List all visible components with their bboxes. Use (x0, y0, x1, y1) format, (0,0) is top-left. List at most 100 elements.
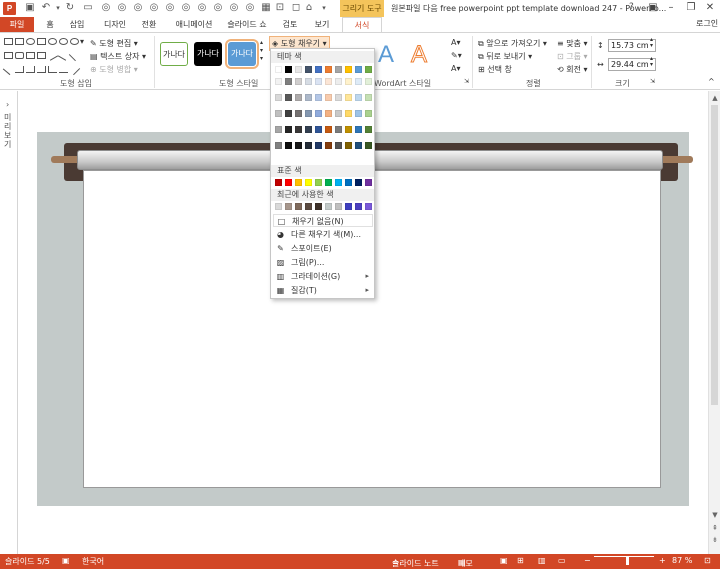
theme-color-shade-swatch[interactable] (295, 94, 302, 101)
standard-color-swatch[interactable] (275, 179, 282, 186)
wordart-preset-orange-outline[interactable]: A (410, 41, 427, 69)
shape-gallery[interactable] (2, 36, 81, 76)
theme-color-shade-swatch[interactable] (365, 110, 372, 117)
tab-view[interactable]: 보기 (311, 17, 333, 32)
scrollbar-thumb[interactable] (711, 105, 718, 405)
recent-color-swatch[interactable] (275, 203, 282, 210)
language-status[interactable]: 한국어 (82, 556, 104, 567)
shape-rectangle-icon[interactable] (4, 38, 13, 45)
theme-color-shade-swatch[interactable] (275, 94, 282, 101)
recent-color-swatch[interactable] (365, 203, 372, 210)
redo-icon[interactable]: ↻ (64, 2, 76, 14)
shape-oval-icon[interactable] (48, 38, 57, 45)
recent-color-swatch[interactable] (355, 203, 362, 210)
tab-format[interactable]: 서식 (342, 17, 382, 32)
recent-color-swatch[interactable] (315, 203, 322, 210)
align-button[interactable]: ≡ 맞춤 ▾ (557, 38, 588, 49)
shape-oval-icon[interactable] (70, 38, 79, 45)
shape-width-input[interactable]: 29.44 cm (608, 58, 656, 71)
tab-review[interactable]: 검토 (279, 17, 301, 32)
tab-animations[interactable]: 애니메이션 (172, 17, 216, 32)
theme-color-swatch[interactable] (365, 66, 372, 73)
theme-color-shade-swatch[interactable] (315, 142, 322, 149)
theme-color-shade-swatch[interactable] (345, 126, 352, 133)
shape-connector-icon[interactable] (26, 66, 35, 73)
login-link[interactable]: 로그인 (696, 18, 718, 29)
theme-color-shade-swatch[interactable] (355, 78, 362, 85)
qat-icon-10[interactable]: ◎ (244, 2, 256, 14)
theme-color-shade-swatch[interactable] (315, 110, 322, 117)
recent-color-swatch[interactable] (335, 203, 342, 210)
qat-icon-9[interactable]: ◎ (228, 2, 240, 14)
shape-connector-icon[interactable] (37, 66, 46, 73)
theme-color-shade-swatch[interactable] (275, 78, 282, 85)
expand-thumbnails-icon[interactable]: › (6, 100, 9, 109)
qat-icon-5[interactable]: ◎ (164, 2, 176, 14)
ribbon-display-options-icon[interactable]: ▣ (646, 1, 660, 15)
qat-icon-4[interactable]: ◎ (148, 2, 160, 14)
theme-color-shade-swatch[interactable] (325, 110, 332, 117)
zoom-in-icon[interactable]: + (659, 556, 666, 565)
shape-arrow-icon[interactable] (68, 49, 81, 62)
standard-color-swatch[interactable] (295, 179, 302, 186)
theme-color-swatch[interactable] (295, 66, 302, 73)
theme-color-shade-swatch[interactable] (325, 142, 332, 149)
theme-color-swatch[interactable] (285, 66, 292, 73)
qat-icon-6[interactable]: ◎ (180, 2, 192, 14)
theme-color-shade-swatch[interactable] (325, 126, 332, 133)
theme-color-shade-swatch[interactable] (315, 78, 322, 85)
shape-rectangle-icon[interactable] (37, 38, 46, 45)
close-icon[interactable]: ✕ (703, 1, 717, 15)
theme-color-shade-swatch[interactable] (365, 126, 372, 133)
shape-style-preset-blue[interactable]: 가나다 (225, 39, 259, 69)
theme-color-shade-swatch[interactable] (345, 94, 352, 101)
theme-color-shade-swatch[interactable] (335, 142, 342, 149)
standard-color-swatch[interactable] (335, 179, 342, 186)
shape-rectangle-icon[interactable] (26, 52, 35, 59)
text-box-button[interactable]: ▤ 텍스트 상자 ▾ (90, 51, 146, 62)
theme-color-swatch[interactable] (325, 66, 332, 73)
edit-shape-button[interactable]: ✎ 도형 편집 ▾ (90, 38, 138, 49)
qat-icon-7[interactable]: ◎ (196, 2, 208, 14)
shape-connector-icon[interactable] (15, 66, 24, 73)
shape-line-icon[interactable] (59, 66, 68, 73)
shape-line-icon[interactable] (2, 63, 15, 76)
selection-pane-button[interactable]: ⊞ 선택 창 (478, 64, 512, 75)
gradient-menu-item[interactable]: ▥ 그라데이션(G) ▸ (273, 270, 373, 283)
theme-color-shade-swatch[interactable] (285, 110, 292, 117)
shape-line-icon[interactable] (46, 50, 59, 61)
save-icon[interactable]: ▣ (24, 2, 36, 14)
theme-color-shade-swatch[interactable] (345, 142, 352, 149)
recent-color-swatch[interactable] (325, 203, 332, 210)
theme-color-shade-swatch[interactable] (315, 126, 322, 133)
theme-color-shade-swatch[interactable] (285, 94, 292, 101)
standard-color-swatch[interactable] (305, 179, 312, 186)
theme-color-shade-swatch[interactable] (285, 142, 292, 149)
customize-qat-icon[interactable]: ▾ (318, 2, 330, 14)
theme-color-shade-swatch[interactable] (325, 94, 332, 101)
theme-color-shade-swatch[interactable] (305, 142, 312, 149)
theme-color-swatch[interactable] (275, 66, 282, 73)
scroll-up-icon[interactable]: ▲ (711, 94, 719, 102)
theme-color-shade-swatch[interactable] (295, 142, 302, 149)
shape-oval-icon[interactable] (26, 38, 35, 45)
qat-icon-14[interactable]: ⌂ (303, 2, 315, 14)
theme-color-swatch[interactable] (305, 66, 312, 73)
theme-color-swatch[interactable] (335, 66, 342, 73)
shape-rounded-rectangle-icon[interactable] (15, 52, 24, 59)
theme-color-shade-swatch[interactable] (275, 110, 282, 117)
text-fill-icon[interactable]: A▾ (451, 38, 461, 47)
standard-color-swatch[interactable] (365, 179, 372, 186)
send-backward-button[interactable]: ⧉ 뒤로 보내기 ▾ (478, 51, 532, 62)
shape-oval-icon[interactable] (59, 38, 68, 45)
theme-color-shade-swatch[interactable] (355, 110, 362, 117)
theme-color-shade-swatch[interactable] (305, 78, 312, 85)
reading-view-icon[interactable]: ▥ (538, 556, 546, 565)
theme-color-shade-swatch[interactable] (335, 94, 342, 101)
qat-icon-13[interactable]: ◻ (290, 2, 302, 14)
theme-color-shade-swatch[interactable] (355, 142, 362, 149)
shape-rectangle-icon[interactable] (4, 52, 13, 59)
picture-fill-menu-item[interactable]: ▨ 그림(P)... (273, 256, 373, 269)
help-icon[interactable]: ? (629, 2, 634, 12)
recent-color-swatch[interactable] (305, 203, 312, 210)
